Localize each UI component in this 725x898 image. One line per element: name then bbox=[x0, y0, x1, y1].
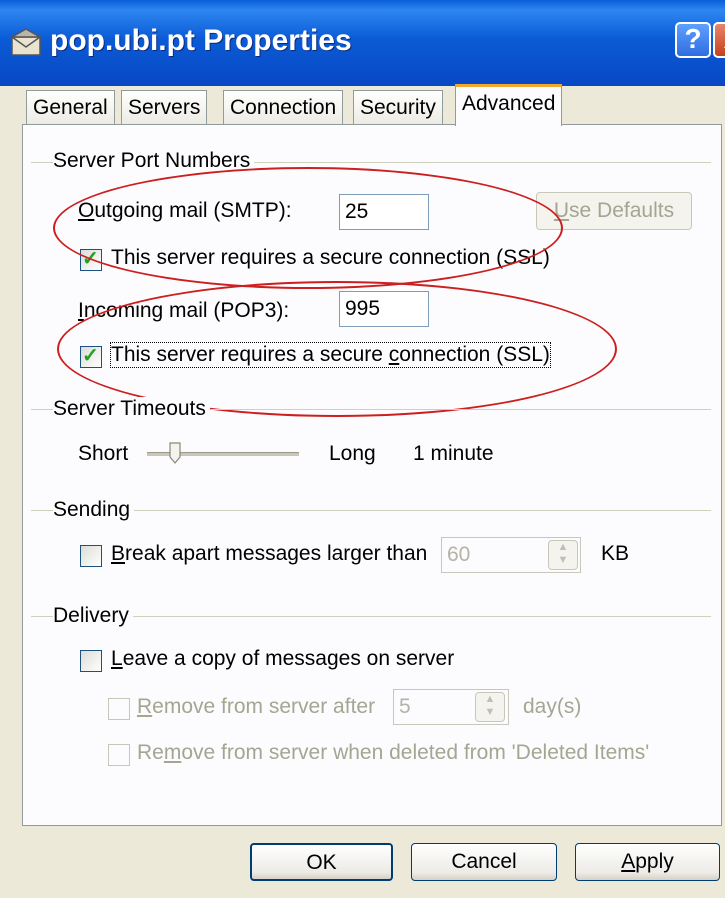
remove-after-label: Remove from server after bbox=[137, 695, 376, 718]
remove-after-spinner[interactable]: ▲ ▼ bbox=[475, 692, 505, 722]
apply-button[interactable]: Apply bbox=[575, 843, 720, 881]
close-button[interactable]: X bbox=[713, 22, 725, 58]
tab-security[interactable]: Security bbox=[353, 90, 443, 124]
advanced-tab-panel: Server Port Numbers Outgoing mail (SMTP)… bbox=[22, 124, 722, 826]
group-server-timeouts: Server Timeouts bbox=[53, 397, 210, 421]
break-apart-label: Break apart messages larger than bbox=[111, 542, 428, 565]
timeout-short-label: Short bbox=[78, 442, 129, 465]
group-divider bbox=[31, 616, 711, 617]
annotation-ellipse-smtp bbox=[53, 167, 563, 289]
tab-servers[interactable]: Servers bbox=[121, 90, 208, 124]
days-label: day(s) bbox=[523, 695, 582, 718]
title-bar[interactable]: pop.ubi.pt Properties ? X bbox=[0, 0, 725, 86]
group-delivery: Delivery bbox=[53, 604, 133, 628]
timeout-slider-thumb[interactable] bbox=[169, 442, 181, 464]
break-apart-checkbox[interactable] bbox=[80, 545, 102, 567]
leave-copy-checkbox[interactable] bbox=[80, 650, 102, 672]
remove-deleted-label: Remove from server when deleted from 'De… bbox=[137, 741, 650, 764]
tab-connection[interactable]: Connection bbox=[223, 90, 344, 124]
window-title: pop.ubi.pt Properties bbox=[50, 24, 352, 57]
timeout-value: 1 minute bbox=[413, 442, 494, 465]
cancel-button[interactable]: Cancel bbox=[411, 843, 557, 881]
break-apart-spinner[interactable]: ▲ ▼ bbox=[548, 540, 578, 570]
ok-button[interactable]: OK bbox=[250, 843, 393, 881]
mail-account-icon bbox=[10, 28, 43, 56]
remove-deleted-checkbox[interactable] bbox=[108, 744, 130, 766]
timeout-long-label: Long bbox=[329, 442, 376, 465]
tab-general[interactable]: General bbox=[26, 90, 115, 124]
tab-advanced[interactable]: Advanced bbox=[455, 84, 563, 126]
properties-dialog: pop.ubi.pt Properties ? X General Server… bbox=[0, 0, 725, 898]
leave-copy-label: Leave a copy of messages on server bbox=[111, 647, 455, 670]
help-button[interactable]: ? bbox=[675, 22, 711, 58]
group-sending: Sending bbox=[53, 498, 135, 522]
remove-after-checkbox[interactable] bbox=[108, 698, 130, 720]
size-unit-label: KB bbox=[601, 542, 630, 565]
